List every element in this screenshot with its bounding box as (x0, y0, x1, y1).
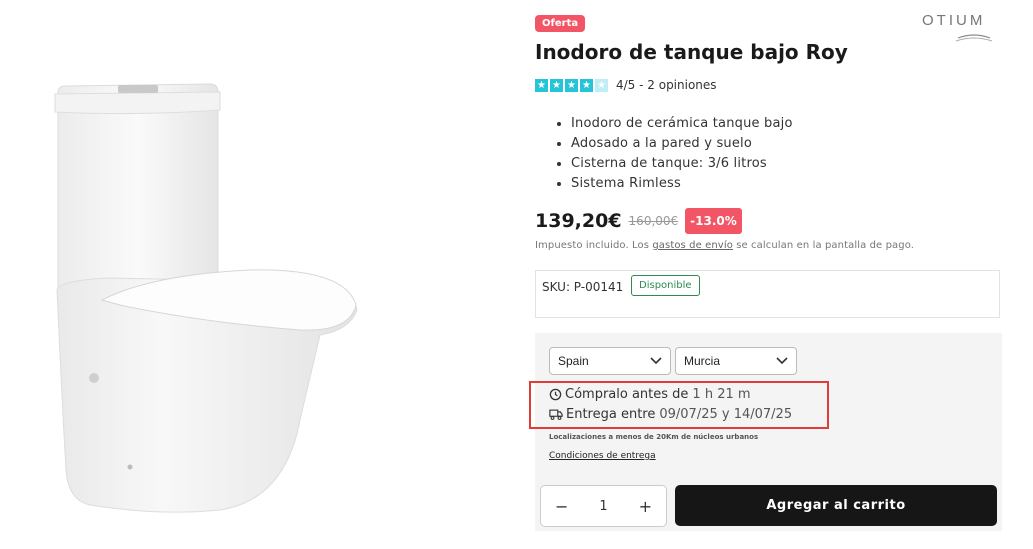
old-price: 160,00€ (628, 214, 679, 228)
tax-note: Impuesto incluido. Los gastos de envío s… (535, 240, 914, 251)
delivery-label: Entrega entre (566, 407, 656, 422)
country-select[interactable]: Spain (549, 347, 671, 375)
buy-before-line: Cómpralo antes de 1 h 21 m (549, 387, 751, 402)
chevron-down-icon (776, 357, 788, 365)
feature-item: Sistema Rimless (571, 174, 793, 194)
star-icon: ★ (565, 78, 578, 92)
feature-item: Cisterna de tanque: 3/6 litros (571, 154, 793, 174)
quantity-decrease-button[interactable]: − (555, 497, 568, 516)
shipping-costs-link[interactable]: gastos de envío (652, 240, 733, 251)
current-price: 139,20€ (535, 210, 622, 232)
star-icon: ★ (535, 78, 548, 92)
feature-list: Inodoro de cerámica tanque bajo Adosado … (553, 114, 793, 194)
region-select-value: Murcia (684, 354, 721, 368)
rating[interactable]: ★ ★ ★ ★ ★ 4/5 - 2 opiniones (535, 78, 717, 92)
discount-badge: -13.0% (685, 208, 742, 234)
delivery-dates: 09/07/25 y 14/07/25 (659, 407, 793, 422)
stock-badge: Disponible (631, 275, 700, 296)
rating-text[interactable]: 4/5 - 2 opiniones (616, 78, 717, 92)
quantity-stepper[interactable]: − 1 + (540, 485, 667, 527)
brand-wave-icon (955, 34, 993, 42)
star-icon: ★ (550, 78, 563, 92)
quantity-increase-button[interactable]: + (639, 497, 652, 516)
feature-item: Adosado a la pared y suelo (571, 134, 793, 154)
tax-note-text: Impuesto incluido. Los (535, 240, 653, 251)
product-title: Inodoro de tanque bajo Roy (535, 40, 848, 64)
delivery-line: Entrega entre 09/07/25 y 14/07/25 (549, 407, 792, 422)
product-image[interactable] (0, 0, 520, 545)
quantity-value[interactable]: 1 (599, 499, 607, 514)
star-empty-icon: ★ (595, 78, 608, 92)
chevron-down-icon (650, 357, 662, 365)
sku-box: SKU: P-00141 Disponible (535, 270, 1000, 318)
price-row: 139,20€ 160,00€ -13.0% (535, 208, 742, 234)
star-icon: ★ (580, 78, 593, 92)
tax-note-text: se calculan en la pantalla de pago. (732, 240, 915, 251)
buy-before-value: 1 h 21 m (692, 387, 751, 402)
buy-before-label: Cómpralo antes de (565, 387, 689, 402)
sale-badge: Oferta (535, 15, 586, 32)
add-to-cart-button[interactable]: Agregar al carrito (675, 485, 997, 526)
location-note: Localizaciones a menos de 20Km de núcleo… (549, 433, 759, 441)
clock-icon (549, 388, 562, 401)
truck-icon (549, 409, 563, 420)
feature-item: Inodoro de cerámica tanque bajo (571, 114, 793, 134)
delivery-conditions-link[interactable]: Condiciones de entrega (549, 451, 656, 461)
region-select[interactable]: Murcia (675, 347, 797, 375)
country-select-value: Spain (558, 354, 589, 368)
shipping-panel: Spain Murcia Cómpralo antes de 1 h 21 m … (529, 333, 1002, 531)
sku-label: SKU: P-00141 (542, 280, 624, 294)
